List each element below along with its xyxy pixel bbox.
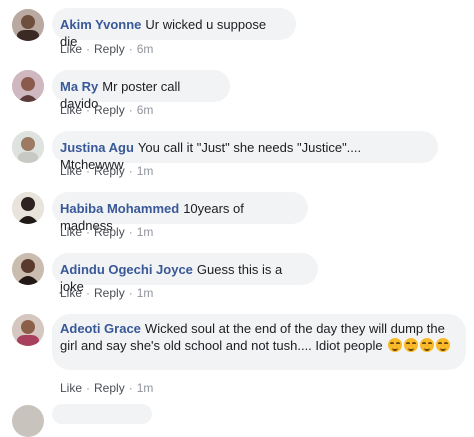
separator: ·	[86, 103, 91, 117]
separator: ·	[86, 286, 91, 300]
reply-link[interactable]: Reply	[94, 42, 125, 56]
separator: ·	[86, 225, 91, 239]
avatar[interactable]	[12, 253, 44, 285]
comment-timestamp[interactable]: 6m	[137, 42, 154, 56]
comment-bubble: Ma Ry Mr poster call davido	[52, 70, 230, 111]
comment-timestamp[interactable]: 1m	[137, 286, 154, 300]
comment-bubble: Adeoti Grace Wicked soul at the end of th…	[52, 314, 466, 370]
reply-link[interactable]: Reply	[94, 225, 125, 239]
reply-link[interactable]: Reply	[94, 103, 125, 117]
comment-author[interactable]: Justina Agu	[60, 140, 134, 155]
reply-link[interactable]: Reply	[94, 286, 125, 300]
comment-author[interactable]: Ma Ry	[60, 79, 98, 94]
smiling-face-icon	[388, 338, 403, 352]
comment-timestamp[interactable]: 1m	[137, 381, 154, 395]
comment-actions: Like · Reply · 1m	[60, 164, 153, 178]
comment-bubble: Habiba Mohammed 10years of madness	[52, 192, 308, 233]
like-link[interactable]: Like	[60, 164, 82, 178]
separator: ·	[86, 42, 91, 56]
smiling-face-icon	[436, 338, 451, 352]
comment-actions: Like · Reply · 6m	[60, 42, 153, 56]
avatar[interactable]	[12, 9, 44, 41]
like-link[interactable]: Like	[60, 225, 82, 239]
avatar[interactable]	[12, 314, 44, 346]
emoji-mouth	[424, 346, 431, 351]
comment-actions: Like · Reply · 1m	[60, 225, 153, 239]
like-link[interactable]: Like	[60, 381, 82, 395]
avatar[interactable]	[12, 70, 44, 102]
smiling-face-icon	[404, 338, 419, 352]
comment-timestamp[interactable]: 6m	[137, 103, 154, 117]
emoji-mouth	[392, 346, 399, 351]
comment-bubble: Adindu Ogechi Joyce Guess this is a joke	[52, 253, 318, 294]
like-link[interactable]: Like	[60, 286, 82, 300]
separator: ·	[128, 42, 133, 56]
comment-bubble	[52, 404, 152, 424]
comment-author[interactable]: Adindu Ogechi Joyce	[60, 262, 193, 277]
reply-link[interactable]: Reply	[94, 381, 125, 395]
smiling-face-icon	[420, 338, 435, 352]
separator: ·	[128, 103, 133, 117]
reply-link[interactable]: Reply	[94, 164, 125, 178]
separator: ·	[128, 164, 133, 178]
comment-author[interactable]: Akim Yvonne	[60, 17, 141, 32]
separator: ·	[128, 225, 133, 239]
comment-timestamp[interactable]: 1m	[137, 225, 154, 239]
separator: ·	[86, 381, 91, 395]
avatar[interactable]	[12, 192, 44, 224]
comment-author[interactable]: Habiba Mohammed	[60, 201, 179, 216]
separator: ·	[128, 381, 133, 395]
separator: ·	[86, 164, 91, 178]
comment-actions: Like · Reply · 1m	[60, 381, 153, 395]
comment-bubble: Justina Agu You call it "Just" she needs …	[52, 131, 438, 172]
comment-timestamp[interactable]: 1m	[137, 164, 154, 178]
comment-bubble: Akim Yvonne Ur wicked u suppose die	[52, 8, 296, 49]
comment-actions: Like · Reply · 1m	[60, 286, 153, 300]
emoji-mouth	[408, 346, 415, 351]
separator: ·	[128, 286, 133, 300]
comment-actions: Like · Reply · 6m	[60, 103, 153, 117]
like-link[interactable]: Like	[60, 42, 82, 56]
avatar[interactable]	[12, 131, 44, 163]
like-link[interactable]: Like	[60, 103, 82, 117]
emoji-mouth	[440, 346, 447, 351]
comment-author[interactable]: Adeoti Grace	[60, 321, 141, 336]
